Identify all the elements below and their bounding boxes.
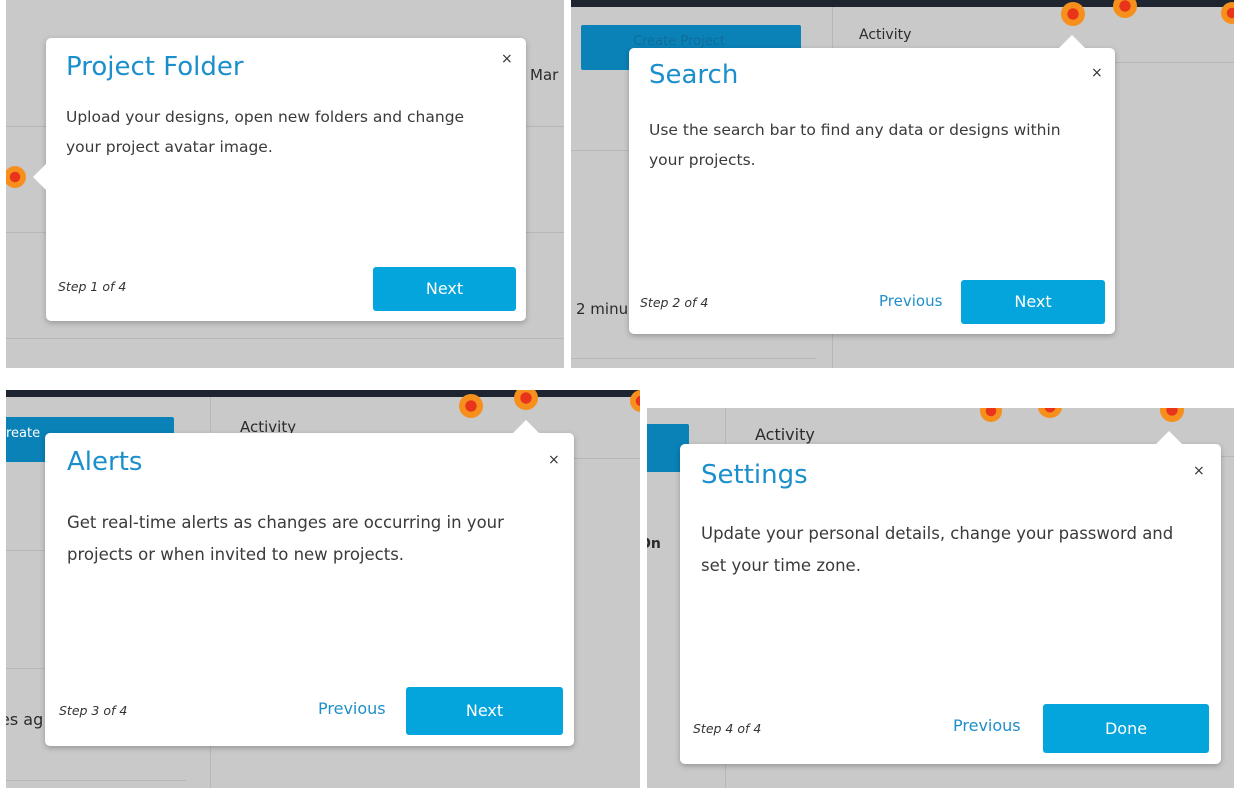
close-icon[interactable]: × [1193, 464, 1205, 478]
tour-tooltip-alerts: Alerts × Get real-time alerts as changes… [45, 420, 574, 746]
background-column-header: On [647, 536, 661, 552]
background-time-fragment: 2 minu [576, 300, 629, 318]
close-icon[interactable]: × [548, 453, 560, 467]
tooltip-step-indicator: Step 2 of 4 [640, 295, 709, 310]
tooltip-body: Use the search bar to find any data or d… [649, 121, 1061, 169]
activity-heading: Activity [859, 27, 912, 43]
previous-button[interactable]: Previous [318, 699, 386, 718]
background-column-header: Mar [530, 66, 559, 84]
tooltip-pointer [1059, 35, 1085, 48]
next-button[interactable]: Next [406, 687, 563, 735]
tour-tooltip-project-folder: Project Folder × Upload your designs, op… [33, 38, 526, 321]
close-icon[interactable]: × [1091, 66, 1103, 80]
tour-tooltip-settings: Settings × Update your personal details,… [680, 431, 1221, 764]
tooltip-body: Update your personal details, change you… [701, 524, 1174, 575]
hotspot-beacon-icon[interactable] [1221, 2, 1234, 24]
tooltip-title: Settings [701, 460, 808, 490]
next-button[interactable]: Next [961, 280, 1105, 324]
tooltip-pointer [1156, 431, 1182, 444]
tooltip-pointer [33, 164, 46, 190]
done-button[interactable]: Done [1043, 704, 1209, 753]
hotspot-beacon-icon[interactable] [459, 394, 483, 418]
divider [6, 780, 186, 781]
tooltip-pointer [513, 420, 539, 433]
hotspot-beacon-icon[interactable] [1038, 408, 1062, 418]
tooltip-body: Get real-time alerts as changes are occu… [67, 513, 504, 564]
tooltip-step-indicator: Step 3 of 4 [59, 703, 128, 718]
hotspot-beacon-icon[interactable] [1061, 2, 1085, 26]
tooltip-title: Project Folder [66, 52, 244, 82]
tooltip-title: Search [649, 60, 739, 90]
hotspot-beacon-icon[interactable] [1113, 0, 1137, 18]
tooltip-body: Upload your designs, open new folders an… [66, 108, 465, 156]
divider [6, 338, 564, 339]
hotspot-beacon-icon[interactable] [514, 390, 538, 410]
hotspot-beacon-icon[interactable] [630, 390, 640, 412]
activity-heading: Activity [755, 425, 815, 444]
tooltip-step-indicator: Step 1 of 4 [58, 279, 127, 294]
hotspot-beacon-icon[interactable] [1160, 408, 1184, 422]
previous-button[interactable]: Previous [879, 292, 942, 310]
divider [571, 358, 816, 359]
hotspot-beacon-icon[interactable] [6, 166, 26, 188]
header-bar [6, 390, 640, 397]
next-button[interactable]: Next [373, 267, 516, 311]
hotspot-beacon-icon[interactable] [980, 408, 1002, 422]
tooltip-title: Alerts [67, 447, 143, 477]
close-icon[interactable]: × [501, 52, 513, 66]
previous-button[interactable]: Previous [953, 716, 1021, 735]
background-time-fragment: es ag [6, 710, 44, 729]
tour-tooltip-search: Search × Use the search bar to find any … [629, 35, 1115, 334]
tooltip-step-indicator: Step 4 of 4 [693, 721, 762, 736]
